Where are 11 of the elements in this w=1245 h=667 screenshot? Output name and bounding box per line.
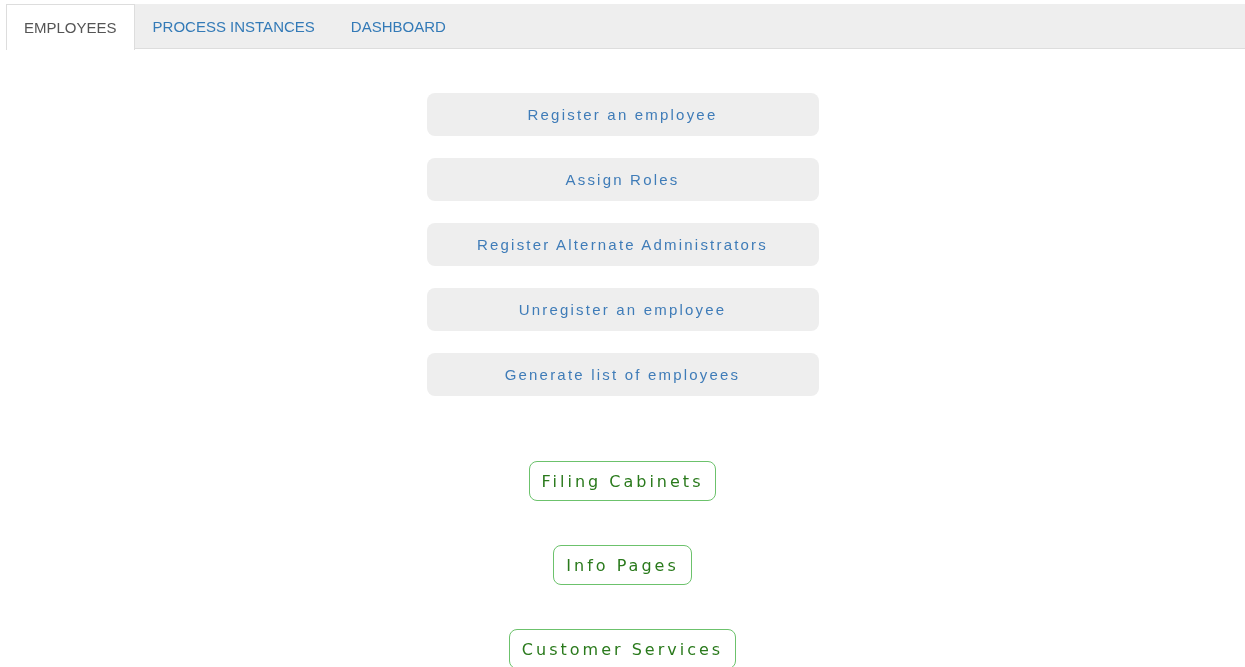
link-button[interactable]: Info Pages bbox=[553, 545, 692, 585]
link-button[interactable]: Customer Services bbox=[508, 629, 737, 667]
action-button[interactable]: Register Alternate Administrators bbox=[426, 223, 819, 266]
link-button[interactable]: Filing Cabinets bbox=[528, 461, 717, 501]
tab[interactable]: DASHBOARD bbox=[332, 4, 464, 48]
tab[interactable]: PROCESS INSTANCES bbox=[134, 4, 333, 48]
action-button[interactable]: Unregister an employee bbox=[426, 288, 819, 331]
tab[interactable]: EMPLOYEES bbox=[6, 4, 135, 50]
action-button[interactable]: Generate list of employees bbox=[426, 353, 819, 396]
action-button[interactable]: Register an employee bbox=[426, 93, 819, 136]
action-button[interactable]: Assign Roles bbox=[426, 158, 819, 201]
